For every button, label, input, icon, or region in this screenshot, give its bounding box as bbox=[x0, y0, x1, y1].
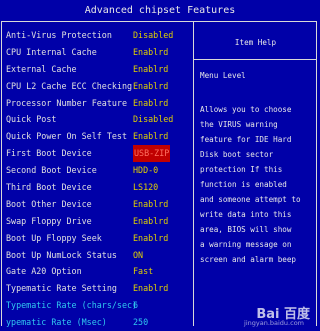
help-text: Allows you to choose the VIRUS warning f… bbox=[200, 102, 314, 267]
setting-typematic-rate-chars[interactable]: Typematic Rate (chars/sec) 6 bbox=[6, 297, 192, 314]
setting-label: CPU L2 Cache ECC Checking bbox=[6, 80, 133, 91]
setting-third-boot-device[interactable]: Third Boot Device LS120 bbox=[6, 179, 192, 196]
setting-label: Boot Up Floppy Seek bbox=[6, 232, 102, 243]
window-title: Advanced chipset Features bbox=[0, 0, 320, 22]
help-line: Disk boot sector bbox=[200, 150, 274, 159]
setting-label: ypematic Rate (Msec) bbox=[6, 317, 107, 328]
setting-value[interactable]: HDD-0 bbox=[133, 162, 158, 179]
setting-first-boot-device[interactable]: First Boot Device USB-ZIP bbox=[6, 145, 192, 163]
setting-label: Anti-Virus Protection bbox=[6, 30, 112, 40]
setting-value[interactable]: 6 bbox=[133, 297, 138, 314]
help-line: screen and alarm beep bbox=[200, 255, 297, 264]
setting-value[interactable]: LS120 bbox=[133, 179, 158, 196]
help-line: the VIRUS warning bbox=[200, 120, 278, 129]
setting-label: Swap Floppy Drive bbox=[6, 215, 92, 226]
settings-list: Anti-Virus Protection Disabled CPU Inter… bbox=[6, 27, 192, 331]
setting-label: Third Boot Device bbox=[6, 182, 92, 193]
setting-value[interactable]: Disabled bbox=[133, 27, 173, 44]
menu-level-label: Menu Level bbox=[200, 71, 246, 80]
setting-label: First Boot Device bbox=[6, 148, 92, 159]
setting-quick-power-on-self-test[interactable]: Quick Power On Self Test Enablrd bbox=[6, 128, 192, 145]
setting-anti-virus-protection[interactable]: Anti-Virus Protection Disabled bbox=[6, 27, 192, 44]
setting-typematic-rate-msec[interactable]: ypematic Rate (Msec) 250 bbox=[6, 314, 192, 331]
setting-label: Boot Other Device bbox=[6, 198, 92, 209]
help-line: area, BIOS will show bbox=[200, 225, 292, 234]
setting-boot-up-numlock-status[interactable]: Boot Up NumLock Status ON bbox=[6, 247, 192, 264]
help-line: write data into this bbox=[200, 210, 292, 219]
setting-label: Second Boot Device bbox=[6, 165, 97, 176]
setting-second-boot-device[interactable]: Second Boot Device HDD-0 bbox=[6, 162, 192, 179]
help-line: and someone attempt to bbox=[200, 195, 301, 204]
setting-value[interactable]: Disabled bbox=[133, 111, 173, 128]
help-line: feature for IDE Hard bbox=[200, 135, 292, 144]
setting-value[interactable]: Enablrd bbox=[133, 44, 168, 61]
setting-value[interactable]: Enablrd bbox=[133, 128, 168, 145]
setting-cpu-internal-cache[interactable]: CPU Internal Cache Enablrd bbox=[6, 44, 192, 61]
setting-value[interactable]: Fast bbox=[133, 263, 153, 280]
help-line: Allows you to choose bbox=[200, 105, 292, 114]
setting-label: External Cache bbox=[6, 63, 77, 74]
setting-gate-a20-option[interactable]: Gate A20 Option Fast bbox=[6, 263, 192, 280]
setting-boot-other-device[interactable]: Boot Other Device Enablrd bbox=[6, 196, 192, 213]
help-line: a warning message on bbox=[200, 240, 292, 249]
help-divider bbox=[194, 59, 317, 60]
setting-value[interactable]: Enablrd bbox=[133, 78, 168, 95]
help-line: function is enabled bbox=[200, 180, 287, 189]
setting-value[interactable]: Enablrd bbox=[133, 230, 168, 247]
setting-processor-number-feature[interactable]: Processor Number Feature Enablrd bbox=[6, 95, 192, 112]
setting-label: Quick Post bbox=[6, 114, 57, 125]
setting-label: Boot Up NumLock Status bbox=[6, 249, 117, 260]
setting-value[interactable]: Enablrd bbox=[133, 280, 168, 297]
setting-value[interactable]: Enablrd bbox=[133, 196, 168, 213]
setting-label: CPU Internal Cache bbox=[6, 46, 97, 57]
setting-value[interactable]: Enablrd bbox=[133, 61, 168, 78]
setting-external-cache[interactable]: External Cache Enablrd bbox=[6, 61, 192, 78]
setting-boot-up-floppy-seek[interactable]: Boot Up Floppy Seek Enablrd bbox=[6, 230, 192, 247]
help-line: protection If this bbox=[200, 165, 283, 174]
item-help-panel: Item Help Menu Level Allows you to choos… bbox=[194, 22, 317, 326]
setting-value[interactable]: Enablrd bbox=[133, 213, 168, 230]
setting-swap-floppy-drive[interactable]: Swap Floppy Drive Enablrd bbox=[6, 213, 192, 230]
setting-cpu-l2-cache-ecc[interactable]: CPU L2 Cache ECC Checking Enablrd bbox=[6, 78, 192, 95]
setting-label: Typematic Rate (chars/sec) bbox=[6, 300, 138, 311]
setting-value[interactable]: ON bbox=[133, 247, 143, 264]
setting-label: Processor Number Feature bbox=[6, 97, 128, 108]
setting-value[interactable]: 250 bbox=[133, 314, 148, 331]
setting-value[interactable]: Enablrd bbox=[133, 95, 168, 112]
setting-label: Quick Power On Self Test bbox=[6, 131, 128, 142]
item-help-header: Item Help bbox=[234, 38, 277, 47]
setting-typematic-rate-setting[interactable]: Typematic Rate Setting Enablrd bbox=[6, 280, 192, 297]
setting-label: Gate A20 Option bbox=[6, 266, 82, 277]
setting-quick-post[interactable]: Quick Post Disabled bbox=[6, 111, 192, 128]
setting-label: Typematic Rate Setting bbox=[6, 283, 117, 294]
setting-value-selected[interactable]: USB-ZIP bbox=[133, 145, 171, 163]
